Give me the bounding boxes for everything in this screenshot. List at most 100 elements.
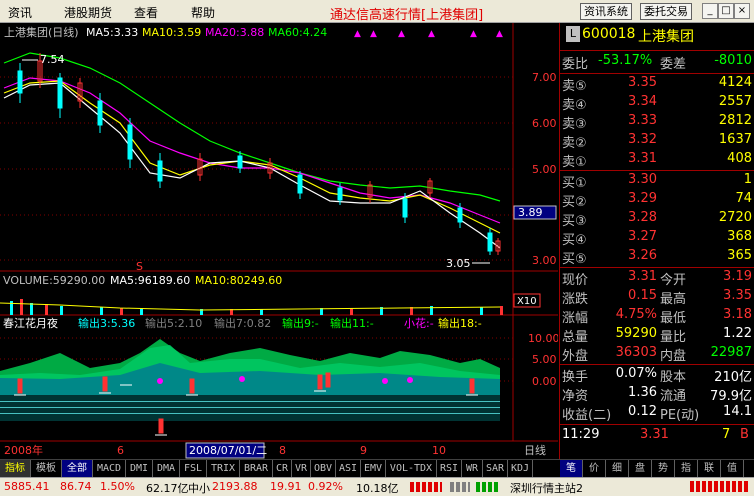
quote-tab-zhi2[interactable]: 值 xyxy=(721,460,744,477)
tab-template[interactable]: 模板 xyxy=(31,460,62,477)
volume-label: VOLUME:59290.00 xyxy=(3,274,105,287)
window-title: 通达信高速行情[上港集团] xyxy=(330,8,484,23)
sell3-row[interactable]: 卖③ 3.33 2812 xyxy=(560,113,754,132)
tab-trix[interactable]: TRIX xyxy=(207,460,240,477)
stat2-row: 净资 1.36 流通 79.9亿 xyxy=(562,385,752,404)
svg-text:▲: ▲ xyxy=(496,29,503,39)
tab-brar[interactable]: BRAR xyxy=(240,460,273,477)
month-10: 10 xyxy=(432,444,446,457)
menu-hk-futures[interactable]: 港股期货 xyxy=(64,4,112,21)
indicator-out1: 输出3:5.36 xyxy=(78,316,135,330)
quote-tab-lian[interactable]: 联 xyxy=(698,460,721,477)
stat-row: 外盘 36303 内盘 22987 xyxy=(562,345,752,364)
stat-row: 涨跌 0.15 最高 3.35 xyxy=(562,288,752,307)
sell5-row[interactable]: 卖⑤ 3.35 4124 xyxy=(560,75,754,94)
quote-panel: L 600018 上港集团 委比 -53.17% 委差 -8010 卖⑤ 3.35… xyxy=(559,23,754,460)
minimize-icon[interactable]: _ xyxy=(702,3,718,19)
volume-ma10-label: MA10:80249.60 xyxy=(195,274,282,287)
month-6: 6 xyxy=(117,444,124,457)
tab-indicator[interactable]: 指标 xyxy=(0,460,31,477)
indicator-out5: 输出11:- xyxy=(330,316,374,330)
stock-code: 600018 xyxy=(582,26,636,42)
buy5-row[interactable]: 买⑤ 3.26 365 xyxy=(560,248,754,267)
tab-vol-tdx[interactable]: VOL-TDX xyxy=(386,460,437,477)
stat-row: 涨幅 4.75% 最低 3.18 xyxy=(562,307,752,326)
indicator-out4: 输出9:- xyxy=(282,316,319,330)
sell2-row[interactable]: 卖② 3.32 1637 xyxy=(560,132,754,151)
tab-fsl[interactable]: FSL xyxy=(180,460,207,477)
price-axis: 7.00 6.00 5.00 4.00 3.00 xyxy=(532,71,557,267)
weibi-label: 委比 xyxy=(562,57,589,72)
current-price-badge-text: 3.89 xyxy=(518,206,543,219)
indicator-name: 春江花月夜 xyxy=(3,316,58,330)
volume-unit: X10 xyxy=(517,296,537,307)
svg-text:▲: ▲ xyxy=(428,29,435,39)
tick-volume: 7 xyxy=(722,427,731,442)
zx-index: 2193.88 xyxy=(212,480,258,493)
quote-tab-jia[interactable]: 价 xyxy=(583,460,606,477)
indicator-tick: 10.00 xyxy=(528,332,558,345)
ma60-label: MA60:4.24 xyxy=(268,26,327,39)
stock-name: 上港集团 xyxy=(638,29,694,45)
zx-change: 19.91 xyxy=(270,480,302,493)
menu-info[interactable]: 资讯 xyxy=(8,4,32,21)
stat2-row: 换手 0.07% 股本 210亿 xyxy=(562,366,752,385)
tab-all[interactable]: 全部 xyxy=(62,460,93,477)
tab-kdj[interactable]: KDJ xyxy=(508,460,533,477)
tab-emv[interactable]: EMV xyxy=(361,460,386,477)
market-breadth-bar xyxy=(410,482,500,492)
quote-tab-zhi[interactable]: 指 xyxy=(675,460,698,477)
tab-wr[interactable]: WR xyxy=(462,460,483,477)
menu-help[interactable]: 帮助 xyxy=(191,4,215,21)
tab-sar[interactable]: SAR xyxy=(483,460,508,477)
indicator-out2: 输出5:2.10 xyxy=(145,316,202,330)
ma10-label: MA10:3.59 xyxy=(142,26,201,39)
close-icon[interactable]: × xyxy=(734,3,750,19)
zx-pct: 0.92% xyxy=(308,480,343,493)
tick-time: 11:29 xyxy=(562,427,600,442)
quote-tab-bi[interactable]: 笔 xyxy=(560,460,583,477)
svg-text:▲: ▲ xyxy=(354,29,361,39)
info-system-button[interactable]: 资讯系统 xyxy=(580,3,632,20)
tab-vr[interactable]: VR xyxy=(292,460,311,477)
month-9: 9 xyxy=(360,444,367,457)
tab-dma[interactable]: DMA xyxy=(153,460,180,477)
price-tick: 3.00 xyxy=(532,254,557,267)
buy1-row[interactable]: 买① 3.30 1 xyxy=(560,172,754,191)
indicator-tick: 5.00 xyxy=(532,353,557,366)
tab-obv[interactable]: OBV xyxy=(311,460,336,477)
svg-text:▲: ▲ xyxy=(398,29,405,39)
svg-text:▲: ▲ xyxy=(470,29,477,39)
signal-strength-icon xyxy=(690,481,750,492)
tab-dmi[interactable]: DMI xyxy=(126,460,153,477)
indicator-tab-bar: 指标 模板 全部 MACD DMI DMA FSL TRIX BRAR CR V… xyxy=(0,459,754,478)
tab-asi[interactable]: ASI xyxy=(336,460,361,477)
buy4-row[interactable]: 买④ 3.27 368 xyxy=(560,229,754,248)
quote-tab-pan[interactable]: 盘 xyxy=(629,460,652,477)
quote-tab-xi[interactable]: 细 xyxy=(606,460,629,477)
weicha-value: -8010 xyxy=(714,53,752,68)
trade-button[interactable]: 委托交易 xyxy=(640,3,692,20)
maximize-icon[interactable]: □ xyxy=(718,3,734,19)
sell1-row[interactable]: 卖① 3.31 408 xyxy=(560,151,754,170)
zx-amount: 10.18亿 xyxy=(356,482,399,495)
buy3-row[interactable]: 买③ 3.28 2720 xyxy=(560,210,754,229)
tab-macd[interactable]: MACD xyxy=(93,460,126,477)
stat2-row: 收益(二) 0.12 PE(动) 14.1 xyxy=(562,404,752,423)
buy2-row[interactable]: 买② 3.29 74 xyxy=(560,191,754,210)
status-bar: 5885.41 86.74 1.50% 62.17亿 中小 2193.88 19… xyxy=(0,477,754,496)
ma20-label: MA20:3.88 xyxy=(205,26,264,39)
tick-side: B xyxy=(740,427,749,442)
date-box-text: 2008/07/01/二 xyxy=(189,444,267,457)
quote-tab-shi[interactable]: 势 xyxy=(652,460,675,477)
tab-cr[interactable]: CR xyxy=(273,460,292,477)
weicha-label: 委差 xyxy=(660,57,687,72)
sh-change: 86.74 xyxy=(60,480,92,493)
tab-rsi[interactable]: RSI xyxy=(437,460,462,477)
weibi-value: -53.17% xyxy=(598,53,653,68)
sell4-row[interactable]: 卖④ 3.34 2557 xyxy=(560,94,754,113)
menu-view[interactable]: 查看 xyxy=(134,4,158,21)
volume-ma5-label: MA5:96189.60 xyxy=(110,274,190,287)
sh-amount: 62.17亿 xyxy=(146,482,189,495)
kline-chart[interactable]: 7.00 6.00 5.00 4.00 3.00 3.89 上港集团(日线) M… xyxy=(0,23,558,460)
